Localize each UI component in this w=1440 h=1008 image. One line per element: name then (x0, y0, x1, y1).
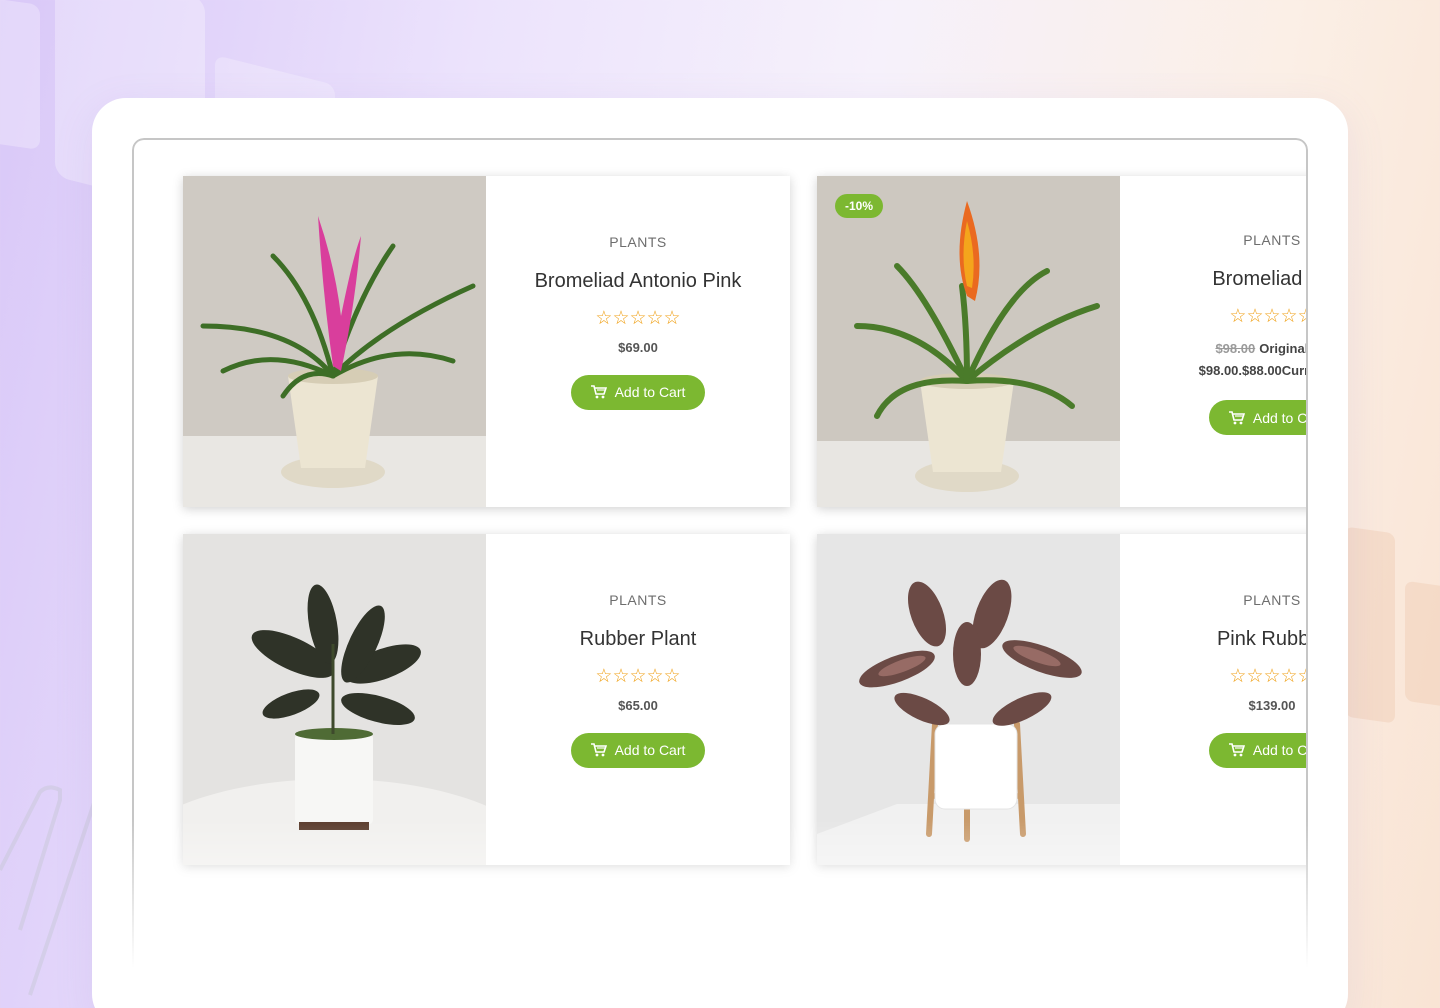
add-to-cart-button[interactable]: Add to Ca (1208, 400, 1308, 435)
star-rating-icon: ☆☆☆☆☆ (595, 665, 681, 687)
product-price: $65.00 (618, 697, 658, 713)
add-to-cart-label: Add to Cart (614, 742, 686, 758)
product-title[interactable]: Bromeliad Vri (1212, 268, 1306, 291)
product-title[interactable]: Pink Rubber (1217, 628, 1306, 651)
product-title[interactable]: Rubber Plant (580, 628, 697, 651)
cart-icon (590, 743, 607, 757)
product-category: PLANTS (609, 591, 667, 608)
product-info: PLANTS Pink Rubber ☆☆☆☆☆ $139.00 Add to … (1120, 534, 1308, 865)
add-to-cart-button[interactable]: Add to Cart (570, 374, 706, 410)
old-price-label: Original pri (1259, 341, 1308, 356)
discount-badge: -10% (835, 194, 884, 218)
product-image[interactable]: -10% (817, 176, 1120, 507)
product-card: PLANTS Rubber Plant ☆☆☆☆☆ $65.00 Add to … (183, 534, 790, 865)
add-to-cart-button[interactable]: Add to Ca (1208, 732, 1308, 768)
product-category: PLANTS (609, 233, 667, 250)
product-grid-frame: PLANTS Bromeliad Antonio Pink ☆☆☆☆☆ $69.… (132, 138, 1308, 968)
star-rating-icon: ☆☆☆☆☆ (1229, 665, 1308, 687)
rubber-plant-icon (183, 534, 486, 865)
background-shape (0, 0, 40, 150)
cart-icon (1228, 743, 1245, 757)
product-category: PLANTS (1243, 591, 1301, 608)
orange-bromeliad-icon (817, 176, 1120, 507)
product-card: PLANTS Bromeliad Antonio Pink ☆☆☆☆☆ $69.… (183, 176, 790, 507)
product-price: $139.00 (1248, 697, 1296, 713)
star-rating-icon: ☆☆☆☆☆ (1229, 306, 1308, 327)
product-card: PLANTS Pink Rubber ☆☆☆☆☆ $139.00 Add to … (817, 534, 1308, 865)
add-to-cart-label: Add to Cart (614, 384, 686, 400)
star-rating-icon: ☆☆☆☆☆ (595, 307, 681, 329)
background-shape (1405, 580, 1440, 710)
add-to-cart-label: Add to Ca (1252, 409, 1308, 426)
showcase-panel: PLANTS Bromeliad Antonio Pink ☆☆☆☆☆ $69.… (92, 98, 1348, 1008)
sale-price-block: $98.00Original pri $98.00.$88.00Current … (1198, 338, 1308, 382)
product-info: PLANTS Bromeliad Antonio Pink ☆☆☆☆☆ $69.… (486, 176, 790, 507)
pink-bromeliad-icon (183, 176, 486, 507)
product-image[interactable] (183, 176, 486, 507)
product-info: PLANTS Rubber Plant ☆☆☆☆☆ $65.00 Add to … (486, 534, 790, 865)
original-price-line: $98.00Original pri (1199, 338, 1308, 360)
current-price-line: $98.00.$88.00Current pr (1198, 363, 1306, 378)
product-info: PLANTS Bromeliad Vri ☆☆☆☆☆ $98.00Origina… (1120, 168, 1308, 499)
add-to-cart-button[interactable]: Add to Cart (570, 732, 706, 768)
add-to-cart-label: Add to Ca (1252, 742, 1308, 758)
product-title[interactable]: Bromeliad Antonio Pink (535, 270, 742, 293)
cart-icon (590, 385, 607, 399)
product-price: $69.00 (618, 339, 658, 355)
product-category: PLANTS (1243, 232, 1301, 248)
product-card: -10% PLANTS Bromeliad Vri ☆☆☆☆☆ $98.00Or… (817, 176, 1306, 507)
product-image[interactable] (183, 534, 486, 865)
cart-icon (1228, 410, 1245, 424)
product-image[interactable] (817, 534, 1120, 865)
old-price: $98.00 (1215, 341, 1256, 356)
pink-rubber-plant-icon (817, 534, 1120, 865)
background-shape (1345, 526, 1395, 724)
